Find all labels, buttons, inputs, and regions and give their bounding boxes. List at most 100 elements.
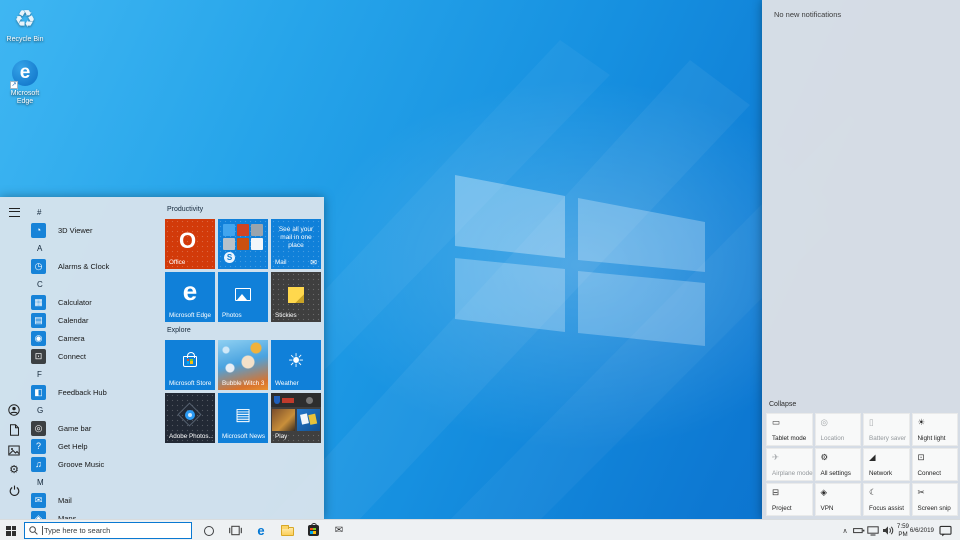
app-list-item-get-help[interactable]: ?Get Help <box>28 437 157 455</box>
app-list-item-calculator[interactable]: ▦Calculator <box>28 293 157 311</box>
tile-play-folder[interactable]: Play <box>271 393 321 443</box>
app-list-item-calendar[interactable]: ▤Calendar <box>28 311 157 329</box>
microsoft-store-button[interactable] <box>300 520 326 540</box>
network-tray-button[interactable] <box>866 520 880 540</box>
show-hidden-icons-button[interactable]: ∧ <box>838 520 852 540</box>
quick-action-location[interactable]: ◎Location <box>815 413 862 446</box>
app-list-header[interactable]: F <box>28 365 157 383</box>
volume-speaker-icon <box>882 525 895 536</box>
project-icon: ⊟ <box>772 487 779 498</box>
quick-action-focus-assist[interactable]: ☾Focus assist <box>863 483 910 516</box>
quick-action-network[interactable]: ◢Network <box>863 448 910 481</box>
battery-icon <box>853 525 865 536</box>
app-list-item-alarms-clock[interactable]: ◷Alarms & Clock <box>28 257 157 275</box>
quick-action-battery-saver[interactable]: ▯Battery saver <box>863 413 910 446</box>
tile-stickies[interactable]: Stickies <box>271 272 321 322</box>
app-list-item-camera[interactable]: ◉Camera <box>28 329 157 347</box>
office-logo-icon: O <box>179 228 196 254</box>
task-view-button[interactable] <box>222 520 248 540</box>
tile-office[interactable]: O Office <box>165 219 215 269</box>
quick-action-tablet-mode[interactable]: ▭Tablet mode <box>766 413 813 446</box>
quick-action-all-settings[interactable]: ⚙All settings <box>815 448 862 481</box>
app-list-item-maps[interactable]: ◈Maps <box>28 509 157 519</box>
night-light-icon: ☀ <box>918 417 926 428</box>
vpn-icon: ◈ <box>821 487 828 498</box>
tile-microsoft-store[interactable]: Microsoft Store <box>165 340 215 390</box>
tile-adobe-photoshop-express[interactable]: Adobe Photos... <box>165 393 215 443</box>
tile-office-apps-folder[interactable]: S <box>218 219 268 269</box>
get-help-icon: ? <box>31 439 46 454</box>
app-list-item-groove-music[interactable]: ♫Groove Music <box>28 455 157 473</box>
documents-button[interactable] <box>0 421 28 439</box>
store-bag-icon <box>308 525 319 536</box>
tile-bubble-witch[interactable]: Bubble Witch 3 Saga <box>218 340 268 390</box>
desktop-icon-label: Microsoft Edge <box>2 90 48 106</box>
quick-action-project[interactable]: ⊟Project <box>766 483 813 516</box>
taskbar-app-icons: e ✉ <box>196 520 352 540</box>
app-list-item-connect[interactable]: ⊡Connect <box>28 347 157 365</box>
text-caret <box>42 526 43 535</box>
expand-menu-button[interactable] <box>0 203 28 221</box>
quick-actions-grid: ▭Tablet mode ◎Location ▯Battery saver ☀N… <box>766 413 957 516</box>
task-view-icon <box>229 525 242 536</box>
quick-action-night-light[interactable]: ☀Night light <box>912 413 959 446</box>
app-list-header[interactable]: A <box>28 239 157 257</box>
mail-tile-text: See all your mail in one place <box>275 226 317 250</box>
settings-button[interactable]: ⚙ <box>0 461 28 479</box>
play-folder-icons <box>271 393 321 407</box>
pictures-button[interactable] <box>0 441 28 459</box>
app-list-header[interactable]: C <box>28 275 157 293</box>
tile-microsoft-edge[interactable]: e Microsoft Edge <box>165 272 215 322</box>
edge-icon: e <box>165 276 215 307</box>
chevron-up-icon: ∧ <box>842 527 847 535</box>
camera-icon: ◉ <box>31 331 46 346</box>
clock-date: 6/6/2019 <box>910 527 934 535</box>
tile-microsoft-news[interactable]: ▤ Microsoft News <box>218 393 268 443</box>
mail-envelope-icon: ✉ <box>310 258 317 267</box>
connect-icon: ⊡ <box>918 452 925 463</box>
3d-viewer-icon: ◔ <box>31 223 46 238</box>
start-menu: ⚙ # ◔3D Viewer A ◷Alarms & Clock C ▦Calc… <box>0 197 324 519</box>
search-input[interactable] <box>44 526 187 535</box>
mail-button[interactable]: ✉ <box>326 520 352 540</box>
power-button[interactable] <box>0 481 28 499</box>
tile-group-title: Productivity <box>167 206 324 215</box>
file-explorer-button[interactable] <box>274 520 300 540</box>
airplane-mode-icon: ✈ <box>772 452 779 463</box>
taskbar-search[interactable] <box>24 522 192 539</box>
start-button[interactable] <box>0 520 22 540</box>
app-list-item-game-bar[interactable]: ◎Game bar <box>28 419 157 437</box>
quick-action-vpn[interactable]: ◈VPN <box>815 483 862 516</box>
cortana-icon <box>204 526 214 536</box>
app-list-header[interactable]: # <box>28 203 157 221</box>
desktop-icon-recycle-bin[interactable]: ♻ Recycle Bin <box>2 4 48 44</box>
desktop-icon-microsoft-edge[interactable]: e ↗ Microsoft Edge <box>2 58 48 106</box>
shortcut-arrow-icon: ↗ <box>10 81 18 89</box>
collapse-link[interactable]: Collapse <box>769 401 957 408</box>
app-list-item-feedback-hub[interactable]: ◧Feedback Hub <box>28 383 157 401</box>
tile-weather[interactable]: ☀ Weather <box>271 340 321 390</box>
user-account-button[interactable] <box>0 401 28 419</box>
windows-desktop: ♻ Recycle Bin e ↗ Microsoft Edge <box>0 0 960 540</box>
quick-action-airplane-mode[interactable]: ✈Airplane mode <box>766 448 813 481</box>
tile-photos[interactable]: Photos <box>218 272 268 322</box>
windows-logo-icon <box>6 526 16 536</box>
tile-mail[interactable]: See all your mail in one place Mail ✉ <box>271 219 321 269</box>
quick-action-screen-snip[interactable]: ✂Screen snip <box>912 483 959 516</box>
taskbar-edge-button[interactable]: e <box>248 520 274 540</box>
app-list-item-3d-viewer[interactable]: ◔3D Viewer <box>28 221 157 239</box>
taskbar-clock[interactable]: 7:59 PM 6/6/2019 <box>896 520 934 540</box>
cortana-button[interactable] <box>196 520 222 540</box>
app-list-header[interactable]: M <box>28 473 157 491</box>
app-list-header[interactable]: G <box>28 401 157 419</box>
quick-action-connect[interactable]: ⊡Connect <box>912 448 959 481</box>
pictures-icon <box>8 445 20 456</box>
volume-tray-button[interactable] <box>880 520 896 540</box>
battery-tray-button[interactable] <box>852 520 866 540</box>
skype-icon: S <box>224 252 235 263</box>
app-list-item-mail[interactable]: ✉Mail <box>28 491 157 509</box>
office-mini-icons <box>223 224 263 250</box>
game-thumbnail <box>272 409 295 431</box>
network-signal-icon: ◢ <box>869 452 876 463</box>
action-center-button[interactable] <box>934 520 956 540</box>
